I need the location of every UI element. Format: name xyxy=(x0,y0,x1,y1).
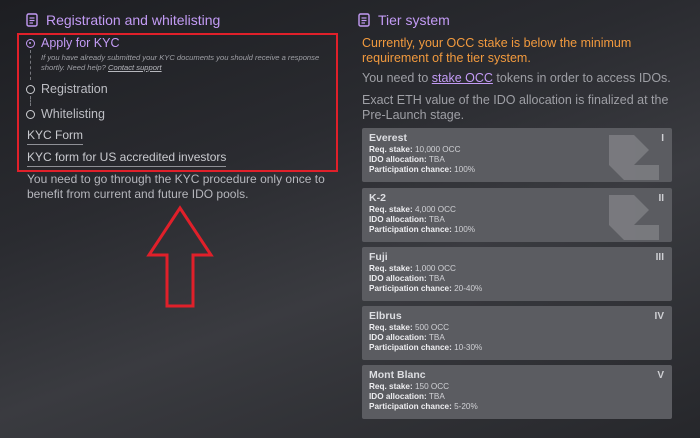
step-label: Apply for KYC xyxy=(41,36,120,50)
step-connector xyxy=(30,96,31,106)
tier-participation: Participation chance: 5-20% xyxy=(369,402,478,412)
step-indicator xyxy=(26,109,35,119)
document-icon xyxy=(358,13,370,27)
tier-card-everest[interactable]: Everest Req. stake: 10,000 OCC IDO alloc… xyxy=(362,128,672,182)
tier-participation: Participation chance: 20-40% xyxy=(369,284,483,294)
tier-logo-icon xyxy=(609,195,659,240)
up-arrow-annotation xyxy=(146,205,214,308)
allocation-note: Exact ETH value of the IDO allocation is… xyxy=(362,93,669,122)
tier-system-title-text: Tier system xyxy=(378,12,450,28)
tier-req-stake: Req. stake: 500 OCC xyxy=(369,323,450,332)
tier-ido-allocation: IDO allocation: TBA xyxy=(369,333,445,343)
tier-card-elbrus[interactable]: Elbrus Req. stake: 500 OCC IDO allocatio… xyxy=(362,306,672,360)
kyc-info-text: You need to go through the KYC procedure… xyxy=(27,172,325,201)
step-label: Whitelisting xyxy=(41,107,105,121)
tier-req-stake: Req. stake: 150 OCC xyxy=(369,382,450,391)
tier-card-fuji[interactable]: Fuji Req. stake: 1,000 OCC IDO allocatio… xyxy=(362,247,672,301)
step-active-indicator xyxy=(26,38,35,48)
step-connector xyxy=(30,50,31,80)
kyc-note-text: If you have already submitted your KYC d… xyxy=(41,53,320,72)
tier-system-title: Tier system xyxy=(358,12,450,28)
step-indicator xyxy=(26,84,35,94)
tier-numeral: III xyxy=(655,252,664,263)
stake-requirement-text: You need to stake OCC tokens in order to… xyxy=(362,71,682,85)
tier-ido-allocation: IDO allocation: TBA xyxy=(369,392,445,402)
tier-numeral: I xyxy=(661,133,664,144)
kyc-form-link[interactable]: KYC Form xyxy=(27,128,84,145)
tier-numeral: V xyxy=(657,370,664,381)
need-prefix: You need to xyxy=(362,71,429,85)
step-registration[interactable]: Registration xyxy=(26,82,108,96)
tier-numeral: II xyxy=(658,193,664,204)
step-label: Registration xyxy=(41,82,108,96)
tier-card-mont-blanc[interactable]: Mont Blanc Req. stake: 150 OCC IDO alloc… xyxy=(362,365,672,419)
tier-name: Fuji xyxy=(369,251,388,263)
tier-name: Elbrus xyxy=(369,310,402,322)
tier-name: Mont Blanc xyxy=(369,369,426,381)
registration-title-text: Registration and whitelisting xyxy=(46,12,221,28)
registration-title: Registration and whitelisting xyxy=(26,12,220,28)
contact-support-link[interactable]: Contact support xyxy=(108,63,162,72)
tier-participation: Participation chance: 10-30% xyxy=(369,343,483,353)
stake-occ-link[interactable]: stake OCC xyxy=(432,71,493,85)
tier-ido-allocation: IDO allocation: TBA xyxy=(369,274,445,284)
tier-logo-icon xyxy=(609,135,659,180)
kyc-note: If you have already submitted your KYC d… xyxy=(41,53,341,73)
stake-warning: Currently, your OCC stake is below the m… xyxy=(362,36,632,65)
tier-req-stake: Req. stake: 1,000 OCC xyxy=(369,264,456,273)
tier-card-k2[interactable]: K-2 Req. stake: 4,000 OCC IDO allocation… xyxy=(362,188,672,242)
tier-numeral: IV xyxy=(654,311,664,322)
step-apply-for-kyc[interactable]: Apply for KYC xyxy=(26,36,120,50)
document-icon xyxy=(26,13,38,27)
need-suffix: tokens in order to access IDOs. xyxy=(496,71,671,85)
step-whitelisting[interactable]: Whitelisting xyxy=(26,107,105,121)
kyc-us-form-link[interactable]: KYC form for US accredited investors xyxy=(27,150,227,167)
